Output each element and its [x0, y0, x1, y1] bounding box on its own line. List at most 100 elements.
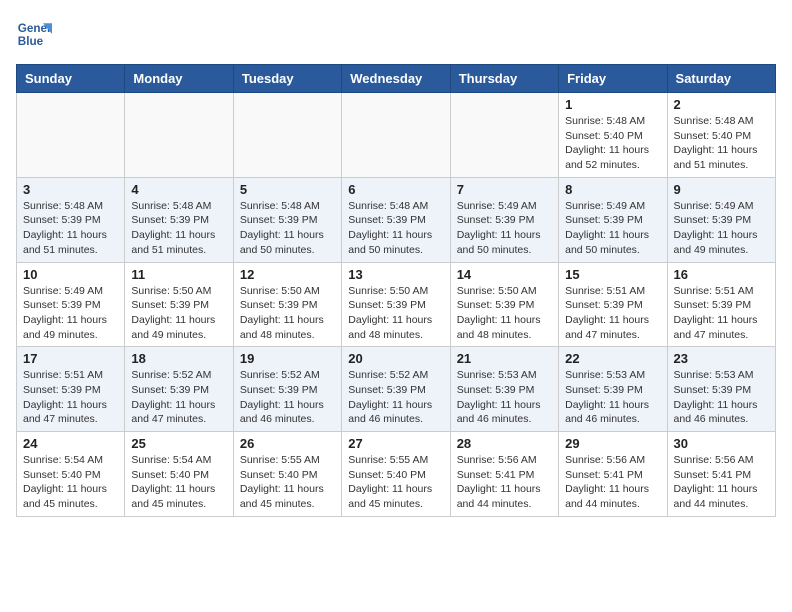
day-info: Sunrise: 5:52 AM Sunset: 5:39 PM Dayligh… [240, 368, 335, 427]
calendar-cell: 18 Sunrise: 5:52 AM Sunset: 5:39 PM Dayli… [125, 347, 233, 432]
calendar-cell: 28 Sunrise: 5:56 AM Sunset: 5:41 PM Dayli… [450, 432, 558, 517]
day-number: 6 [348, 182, 443, 197]
day-number: 12 [240, 267, 335, 282]
day-number: 26 [240, 436, 335, 451]
calendar-cell: 4 Sunrise: 5:48 AM Sunset: 5:39 PM Daylig… [125, 177, 233, 262]
day-number: 25 [131, 436, 226, 451]
calendar-week-row: 17 Sunrise: 5:51 AM Sunset: 5:39 PM Dayli… [17, 347, 776, 432]
weekday-header: Sunday [17, 65, 125, 93]
day-number: 22 [565, 351, 660, 366]
day-info: Sunrise: 5:56 AM Sunset: 5:41 PM Dayligh… [565, 453, 660, 512]
weekday-header: Wednesday [342, 65, 450, 93]
day-info: Sunrise: 5:50 AM Sunset: 5:39 PM Dayligh… [348, 284, 443, 343]
day-number: 21 [457, 351, 552, 366]
calendar-cell: 7 Sunrise: 5:49 AM Sunset: 5:39 PM Daylig… [450, 177, 558, 262]
day-number: 30 [674, 436, 769, 451]
calendar-body: 1 Sunrise: 5:48 AM Sunset: 5:40 PM Daylig… [17, 93, 776, 517]
calendar-cell: 23Sunrise: 5:53 AM Sunset: 5:39 PM Dayli… [667, 347, 775, 432]
day-number: 15 [565, 267, 660, 282]
day-number: 13 [348, 267, 443, 282]
day-number: 29 [565, 436, 660, 451]
day-info: Sunrise: 5:49 AM Sunset: 5:39 PM Dayligh… [565, 199, 660, 258]
day-number: 20 [348, 351, 443, 366]
day-number: 24 [23, 436, 118, 451]
calendar-cell [17, 93, 125, 178]
calendar-cell: 19 Sunrise: 5:52 AM Sunset: 5:39 PM Dayli… [233, 347, 341, 432]
calendar-cell [233, 93, 341, 178]
day-info: Sunrise: 5:56 AM Sunset: 5:41 PM Dayligh… [457, 453, 552, 512]
day-info: Sunrise: 5:48 AM Sunset: 5:39 PM Dayligh… [240, 199, 335, 258]
calendar-cell: 8 Sunrise: 5:49 AM Sunset: 5:39 PM Daylig… [559, 177, 667, 262]
calendar-cell: 27 Sunrise: 5:55 AM Sunset: 5:40 PM Dayli… [342, 432, 450, 517]
day-number: 10 [23, 267, 118, 282]
day-info: Sunrise: 5:50 AM Sunset: 5:39 PM Dayligh… [240, 284, 335, 343]
day-number: 14 [457, 267, 552, 282]
calendar-cell: 12 Sunrise: 5:50 AM Sunset: 5:39 PM Dayli… [233, 262, 341, 347]
day-info: Sunrise: 5:52 AM Sunset: 5:39 PM Dayligh… [131, 368, 226, 427]
day-info: Sunrise: 5:54 AM Sunset: 5:40 PM Dayligh… [23, 453, 118, 512]
day-number: 16 [674, 267, 769, 282]
day-number: 9 [674, 182, 769, 197]
calendar-cell: 2Sunrise: 5:48 AM Sunset: 5:40 PM Daylig… [667, 93, 775, 178]
day-number: 8 [565, 182, 660, 197]
day-number: 17 [23, 351, 118, 366]
calendar-table: SundayMondayTuesdayWednesdayThursdayFrid… [16, 64, 776, 517]
calendar-cell: 20 Sunrise: 5:52 AM Sunset: 5:39 PM Dayli… [342, 347, 450, 432]
day-info: Sunrise: 5:49 AM Sunset: 5:39 PM Dayligh… [457, 199, 552, 258]
calendar-cell: 29 Sunrise: 5:56 AM Sunset: 5:41 PM Dayli… [559, 432, 667, 517]
calendar-week-row: 10Sunrise: 5:49 AM Sunset: 5:39 PM Dayli… [17, 262, 776, 347]
day-info: Sunrise: 5:51 AM Sunset: 5:39 PM Dayligh… [23, 368, 118, 427]
calendar-cell: 9 Sunrise: 5:49 AM Sunset: 5:39 PM Daylig… [667, 177, 775, 262]
weekday-row: SundayMondayTuesdayWednesdayThursdayFrid… [17, 65, 776, 93]
day-info: Sunrise: 5:48 AM Sunset: 5:40 PM Dayligh… [565, 114, 660, 173]
day-number: 23 [674, 351, 769, 366]
calendar-cell: 1 Sunrise: 5:48 AM Sunset: 5:40 PM Daylig… [559, 93, 667, 178]
calendar-cell: 13 Sunrise: 5:50 AM Sunset: 5:39 PM Dayli… [342, 262, 450, 347]
calendar-cell: 10Sunrise: 5:49 AM Sunset: 5:39 PM Dayli… [17, 262, 125, 347]
svg-text:Blue: Blue [18, 35, 44, 48]
day-info: Sunrise: 5:51 AM Sunset: 5:39 PM Dayligh… [565, 284, 660, 343]
day-info: Sunrise: 5:48 AM Sunset: 5:39 PM Dayligh… [23, 199, 118, 258]
calendar-cell: 6 Sunrise: 5:48 AM Sunset: 5:39 PM Daylig… [342, 177, 450, 262]
logo-icon: General Blue [16, 16, 52, 52]
day-info: Sunrise: 5:48 AM Sunset: 5:39 PM Dayligh… [348, 199, 443, 258]
calendar-cell [125, 93, 233, 178]
page-header: General Blue [16, 16, 776, 52]
day-number: 2 [674, 97, 769, 112]
weekday-header: Saturday [667, 65, 775, 93]
day-number: 1 [565, 97, 660, 112]
day-info: Sunrise: 5:50 AM Sunset: 5:39 PM Dayligh… [457, 284, 552, 343]
calendar-cell: 26Sunrise: 5:55 AM Sunset: 5:40 PM Dayli… [233, 432, 341, 517]
day-number: 28 [457, 436, 552, 451]
calendar-cell: 21Sunrise: 5:53 AM Sunset: 5:39 PM Dayli… [450, 347, 558, 432]
calendar-cell: 30 Sunrise: 5:56 AM Sunset: 5:41 PM Dayli… [667, 432, 775, 517]
day-number: 3 [23, 182, 118, 197]
calendar-header: SundayMondayTuesdayWednesdayThursdayFrid… [17, 65, 776, 93]
calendar-week-row: 24 Sunrise: 5:54 AM Sunset: 5:40 PM Dayli… [17, 432, 776, 517]
day-info: Sunrise: 5:51 AM Sunset: 5:39 PM Dayligh… [674, 284, 769, 343]
day-number: 18 [131, 351, 226, 366]
weekday-header: Thursday [450, 65, 558, 93]
day-info: Sunrise: 5:56 AM Sunset: 5:41 PM Dayligh… [674, 453, 769, 512]
calendar-cell: 16 Sunrise: 5:51 AM Sunset: 5:39 PM Dayli… [667, 262, 775, 347]
day-number: 11 [131, 267, 226, 282]
day-info: Sunrise: 5:53 AM Sunset: 5:39 PM Dayligh… [565, 368, 660, 427]
day-number: 7 [457, 182, 552, 197]
weekday-header: Friday [559, 65, 667, 93]
day-info: Sunrise: 5:50 AM Sunset: 5:39 PM Dayligh… [131, 284, 226, 343]
calendar-cell: 24 Sunrise: 5:54 AM Sunset: 5:40 PM Dayli… [17, 432, 125, 517]
day-info: Sunrise: 5:52 AM Sunset: 5:39 PM Dayligh… [348, 368, 443, 427]
day-info: Sunrise: 5:49 AM Sunset: 5:39 PM Dayligh… [674, 199, 769, 258]
calendar-week-row: 1 Sunrise: 5:48 AM Sunset: 5:40 PM Daylig… [17, 93, 776, 178]
day-info: Sunrise: 5:55 AM Sunset: 5:40 PM Dayligh… [348, 453, 443, 512]
weekday-header: Monday [125, 65, 233, 93]
day-number: 4 [131, 182, 226, 197]
calendar-cell [342, 93, 450, 178]
day-info: Sunrise: 5:54 AM Sunset: 5:40 PM Dayligh… [131, 453, 226, 512]
calendar-cell: 11 Sunrise: 5:50 AM Sunset: 5:39 PM Dayli… [125, 262, 233, 347]
calendar-cell: 15 Sunrise: 5:51 AM Sunset: 5:39 PM Dayli… [559, 262, 667, 347]
day-number: 19 [240, 351, 335, 366]
day-number: 27 [348, 436, 443, 451]
day-info: Sunrise: 5:48 AM Sunset: 5:39 PM Dayligh… [131, 199, 226, 258]
calendar-cell: 22 Sunrise: 5:53 AM Sunset: 5:39 PM Dayli… [559, 347, 667, 432]
